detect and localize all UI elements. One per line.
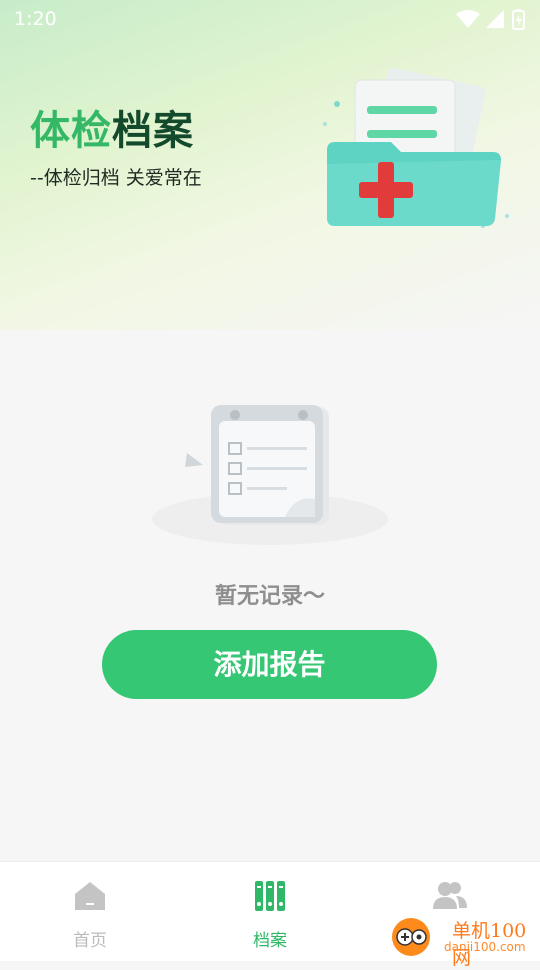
page-subtitle: --体检归档 关爱常在 — [30, 167, 202, 189]
watermark-url: danji100.com — [444, 940, 526, 954]
empty-state-message: 暂无记录～ — [214, 584, 325, 609]
nav-label-home: 首页 — [73, 931, 107, 951]
title-part2: 档案 — [112, 108, 194, 154]
empty-notepad-icon — [152, 405, 388, 545]
signal-icon — [486, 10, 504, 28]
archive-icon — [255, 881, 285, 911]
users-icon — [433, 882, 467, 909]
status-icons — [456, 9, 525, 30]
watermark-face-icon — [396, 928, 427, 946]
nav-item-archive[interactable]: 档案 — [180, 862, 360, 961]
add-report-button[interactable]: 添加报告 — [102, 630, 437, 699]
page-title: 体检档案 — [30, 98, 194, 156]
home-icon — [75, 882, 105, 910]
medical-folder-icon — [323, 68, 509, 228]
title-part1: 体检 — [30, 108, 112, 154]
nav-item-home[interactable]: 首页 — [0, 862, 180, 961]
sparkle-icon — [185, 453, 203, 467]
status-time: 1:20 — [14, 8, 57, 30]
status-bar: 1:20 — [0, 0, 540, 36]
wifi-icon — [456, 10, 480, 28]
battery-icon — [512, 9, 525, 30]
watermark-logo: 单机100网 danji100.com — [388, 914, 540, 969]
nav-label-archive: 档案 — [253, 931, 287, 951]
